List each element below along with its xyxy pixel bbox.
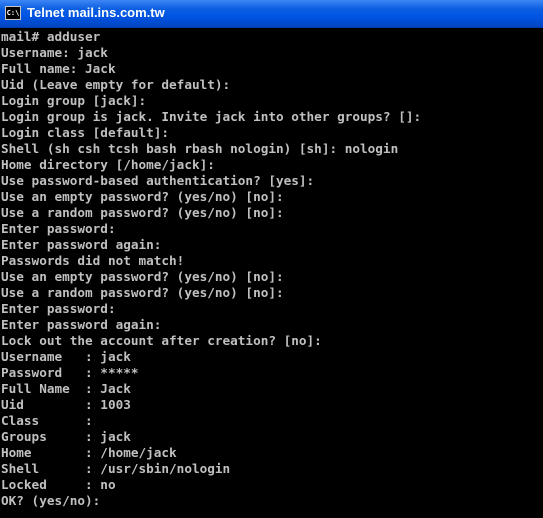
terminal-line: Uid : 1003 — [1, 397, 131, 412]
terminal-line: Passwords did not match! — [1, 253, 185, 268]
terminal-prompt-line: OK? (yes/no): — [1, 493, 101, 508]
terminal-line: Use a random password? (yes/no) [no]: — [1, 285, 284, 300]
terminal-line: Login group [jack]: — [1, 93, 147, 108]
terminal-line: Password : ***** — [1, 365, 139, 380]
terminal-line: Login group is jack. Invite jack into ot… — [1, 109, 422, 124]
terminal-line: Class : — [1, 413, 93, 428]
terminal-line: Home : /home/jack — [1, 445, 177, 460]
telnet-window: C:\ Telnet mail.ins.com.tw mail# adduser… — [0, 0, 543, 518]
console-icon[interactable]: C:\ — [5, 6, 21, 20]
terminal-line: Uid (Leave empty for default): — [1, 77, 231, 92]
terminal-line: Use an empty password? (yes/no) [no]: — [1, 189, 284, 204]
terminal-line: Username: jack — [1, 45, 108, 60]
terminal-line: Use password-based authentication? [yes]… — [1, 173, 315, 188]
terminal-line: Enter password: — [1, 301, 116, 316]
terminal-line: Username : jack — [1, 349, 131, 364]
terminal-line: Enter password: — [1, 221, 116, 236]
terminal-line: Full Name : Jack — [1, 381, 131, 396]
title-bar[interactable]: C:\ Telnet mail.ins.com.tw — [0, 0, 543, 28]
terminal-line: Shell (sh csh tcsh bash rbash nologin) [… — [1, 141, 399, 156]
terminal-line: Enter password again: — [1, 237, 162, 252]
terminal-line: Enter password again: — [1, 317, 162, 332]
terminal-line: mail# adduser — [1, 29, 101, 44]
terminal-line: Use an empty password? (yes/no) [no]: — [1, 269, 284, 284]
terminal-line: Locked : no — [1, 477, 116, 492]
terminal-line: Shell : /usr/sbin/nologin — [1, 461, 231, 476]
terminal-line: Groups : jack — [1, 429, 131, 444]
terminal-line: Lock out the account after creation? [no… — [1, 333, 322, 348]
terminal-line: Login class [default]: — [1, 125, 170, 140]
terminal-line: Use a random password? (yes/no) [no]: — [1, 205, 284, 220]
window-title: Telnet mail.ins.com.tw — [27, 5, 165, 20]
terminal-output[interactable]: mail# adduser Username: jack Full name: … — [0, 29, 543, 518]
terminal-line: Home directory [/home/jack]: — [1, 157, 215, 172]
terminal-line: Full name: Jack — [1, 61, 116, 76]
